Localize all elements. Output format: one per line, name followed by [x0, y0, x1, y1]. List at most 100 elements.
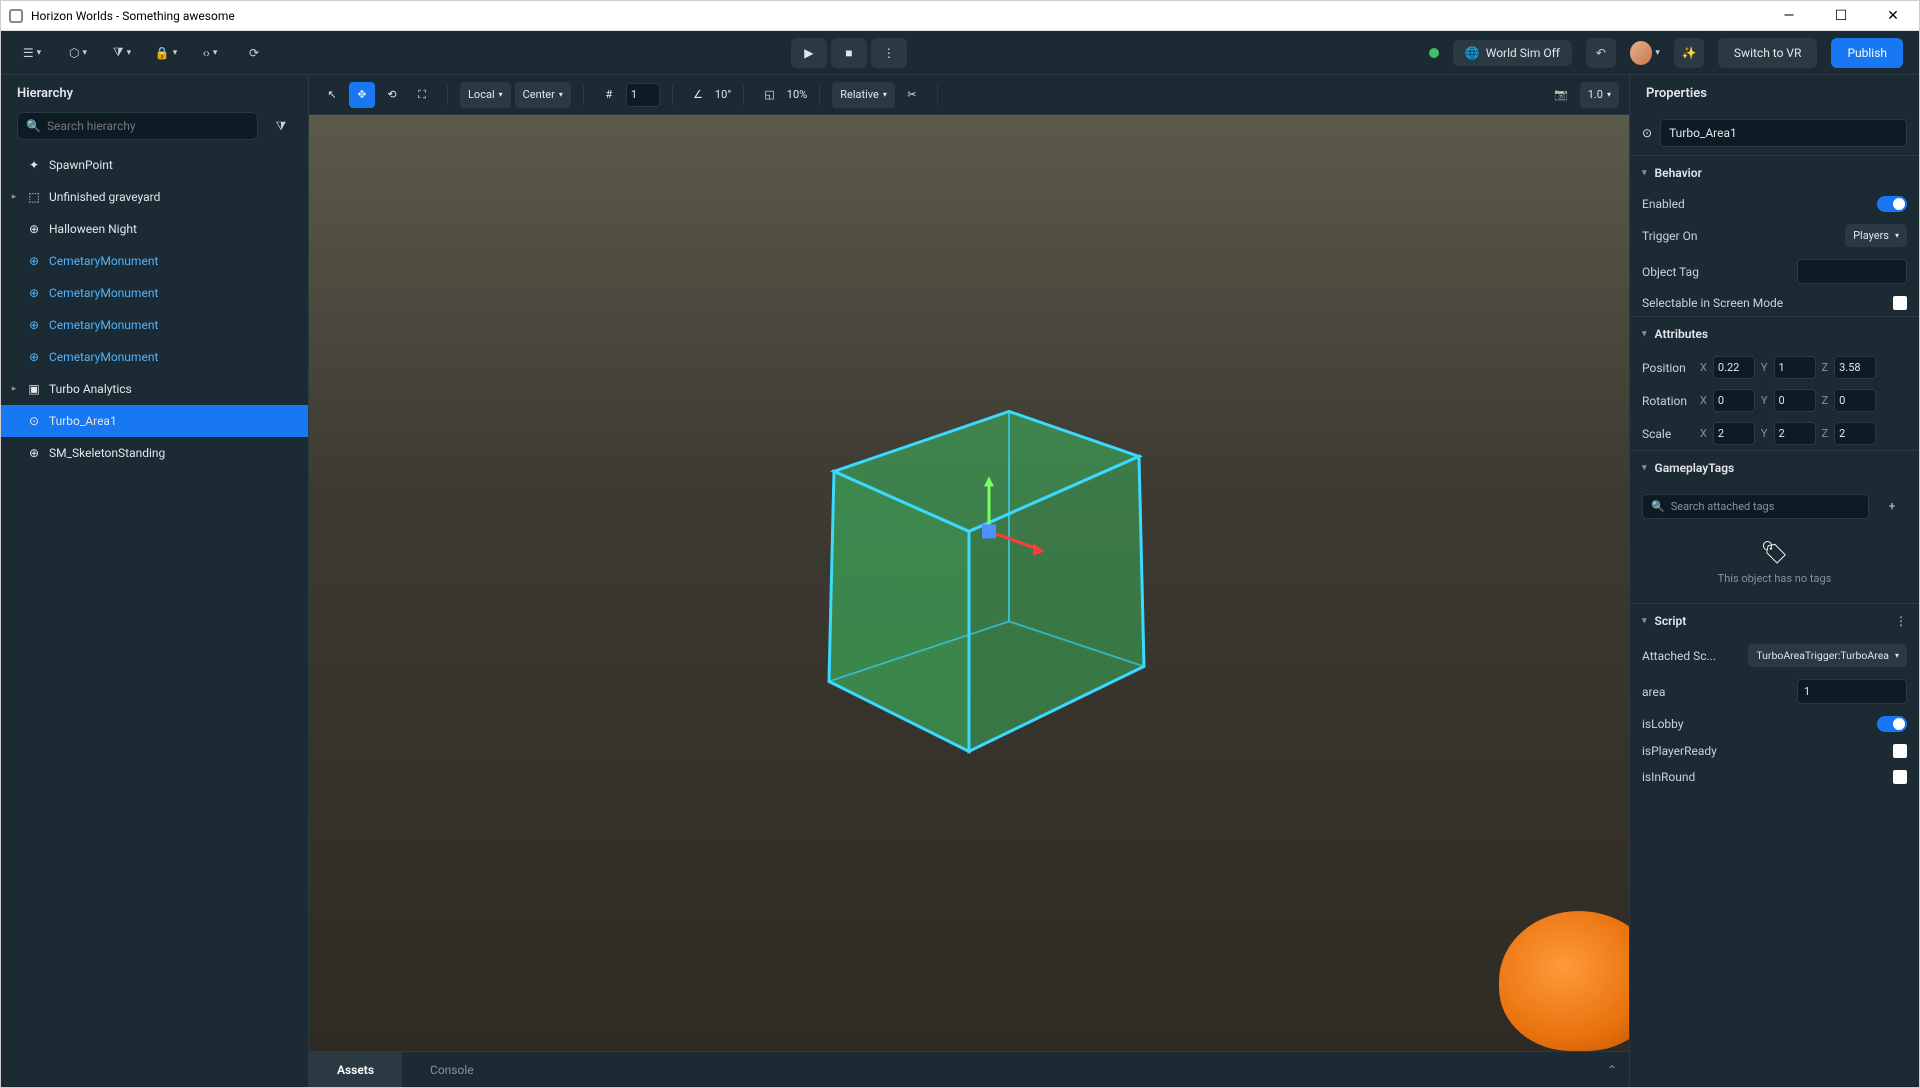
section-gameplay-tags[interactable]: ▾GameplayTags	[1630, 451, 1919, 485]
scale-label: Scale	[1642, 427, 1694, 441]
hierarchy-item-4[interactable]: ⊕CemetaryMonument	[1, 277, 308, 309]
item-icon: ⬚	[27, 190, 41, 204]
object-tag-input[interactable]	[1797, 259, 1907, 284]
expand-icon[interactable]: ▸	[9, 192, 19, 202]
scale-snap-icon[interactable]: ◱	[756, 82, 782, 108]
viewport[interactable]	[309, 115, 1629, 1051]
trigger-on-select[interactable]: Players▾	[1845, 224, 1907, 247]
attached-script-select[interactable]: TurboAreaTrigger:TurboArea▾	[1748, 644, 1907, 667]
position-y[interactable]	[1774, 356, 1816, 379]
wand-button[interactable]: ✨	[1674, 38, 1704, 68]
stop-button[interactable]: ■	[831, 38, 867, 68]
hierarchy-item-8[interactable]: ⊙Turbo_Area1	[1, 405, 308, 437]
position-x[interactable]	[1713, 356, 1755, 379]
status-indicator-icon	[1429, 48, 1439, 58]
item-label: CemetaryMonument	[49, 318, 158, 332]
rotation-y[interactable]	[1774, 389, 1816, 412]
scale-x[interactable]	[1713, 422, 1755, 445]
expand-icon[interactable]: ▸	[9, 384, 19, 394]
grid-snap-icon[interactable]: #	[596, 82, 622, 108]
hierarchy-filter-button[interactable]: ⧩	[266, 111, 296, 141]
tab-console[interactable]: Console	[402, 1052, 502, 1087]
tags-empty-text: This object has no tags	[1718, 572, 1832, 585]
rotation-label: Rotation	[1642, 394, 1694, 408]
scene-pumpkin	[1499, 911, 1629, 1051]
select-tool[interactable]: ↖	[319, 82, 345, 108]
hierarchy-panel: Hierarchy 🔍 ⧩ ✦SpawnPoint▸⬚Unfinished gr…	[1, 75, 309, 1087]
scale-z[interactable]	[1834, 422, 1876, 445]
rotation-x[interactable]	[1713, 389, 1755, 412]
object-name-input[interactable]	[1660, 119, 1907, 147]
code-tool-button[interactable]: ‹›▾	[195, 38, 225, 68]
close-button[interactable]: ✕	[1875, 8, 1911, 24]
hierarchy-item-3[interactable]: ⊕CemetaryMonument	[1, 245, 308, 277]
rotate-tool[interactable]: ⟲	[379, 82, 405, 108]
pivot-dropdown[interactable]: Center▾	[515, 82, 571, 108]
scale-tool[interactable]: ⛶	[409, 82, 435, 108]
object-type-icon: ⊙	[1642, 126, 1652, 140]
selectable-checkbox[interactable]	[1893, 296, 1907, 310]
item-icon: ⊕	[27, 318, 41, 332]
move-tool[interactable]: ✥	[349, 82, 375, 108]
lock-tool-button[interactable]: 🔒▾	[151, 38, 181, 68]
tag-search[interactable]: 🔍Search attached tags	[1642, 494, 1869, 519]
area-input[interactable]	[1797, 679, 1907, 704]
item-icon: ⊕	[27, 222, 41, 236]
minimize-button[interactable]: —	[1771, 8, 1807, 24]
hierarchy-item-5[interactable]: ⊕ CemetaryMonument	[1, 309, 308, 341]
angle-snap-icon[interactable]: ∠	[685, 82, 711, 108]
properties-title: Properties	[1630, 75, 1919, 111]
maximize-button[interactable]: ☐	[1823, 8, 1859, 24]
window-titlebar: Horizon Worlds - Something awesome — ☐ ✕	[1, 1, 1919, 31]
grid-snap-input[interactable]	[626, 83, 660, 107]
window-title: Horizon Worlds - Something awesome	[31, 9, 235, 23]
undo-button[interactable]: ↶	[1586, 38, 1616, 68]
play-button[interactable]: ▶	[791, 38, 827, 68]
relative-dropdown[interactable]: Relative▾	[832, 82, 895, 108]
item-icon: ⊕	[27, 286, 41, 300]
tab-assets[interactable]: Assets	[309, 1052, 402, 1087]
scale-y[interactable]	[1774, 422, 1816, 445]
filter-tool-button[interactable]: ⧩▾	[107, 38, 137, 68]
hierarchy-item-1[interactable]: ▸⬚Unfinished graveyard	[1, 181, 308, 213]
menu-button[interactable]: ☰▾	[17, 38, 47, 68]
section-script[interactable]: ▾Script ⋮	[1630, 604, 1919, 638]
object-tag-label: Object Tag	[1642, 265, 1699, 279]
section-behavior[interactable]: ▾Behavior	[1630, 156, 1919, 190]
switch-vr-button[interactable]: Switch to VR	[1718, 38, 1818, 68]
section-attributes[interactable]: ▾Attributes	[1630, 317, 1919, 351]
add-tag-button[interactable]: +	[1877, 491, 1907, 521]
camera-button[interactable]: 📷	[1546, 82, 1576, 108]
refresh-button[interactable]: ⟳	[239, 38, 269, 68]
is-in-round-label: isInRound	[1642, 770, 1695, 784]
hierarchy-item-0[interactable]: ✦SpawnPoint	[1, 149, 308, 181]
trigger-volume-gizmo[interactable]	[709, 281, 1229, 801]
zoom-dropdown[interactable]: 1.0▾	[1580, 82, 1619, 108]
item-icon: ⊙	[27, 414, 41, 428]
hierarchy-item-7[interactable]: ▸▣Turbo Analytics	[1, 373, 308, 405]
rotation-z[interactable]	[1834, 389, 1876, 412]
search-icon: 🔍	[1651, 500, 1665, 513]
position-z[interactable]	[1834, 356, 1876, 379]
hierarchy-search-input[interactable]	[47, 119, 249, 133]
is-player-ready-checkbox[interactable]	[1893, 744, 1907, 758]
is-in-round-checkbox[interactable]	[1893, 770, 1907, 784]
publish-button[interactable]: Publish	[1831, 38, 1903, 68]
item-icon: ⊕	[27, 350, 41, 364]
cube-tool-button[interactable]: ⬡▾	[63, 38, 93, 68]
item-icon: ✦	[27, 158, 41, 172]
viewport-toolbar: ↖ ✥ ⟲ ⛶ Local▾ Center▾ #	[309, 75, 1629, 115]
hierarchy-search[interactable]: 🔍	[17, 112, 258, 140]
script-menu-button[interactable]: ⋮	[1895, 614, 1907, 628]
world-sim-toggle[interactable]: 🌐 World Sim Off	[1453, 40, 1572, 66]
hierarchy-item-6[interactable]: ⊕CemetaryMonument	[1, 341, 308, 373]
play-more-button[interactable]: ⋮	[871, 38, 907, 68]
axis-tool[interactable]: ✂	[899, 82, 925, 108]
hierarchy-item-9[interactable]: ⊕SM_SkeletonStanding	[1, 437, 308, 469]
expand-bottom-panel[interactable]: ⌃	[1595, 1063, 1629, 1077]
space-dropdown[interactable]: Local▾	[460, 82, 511, 108]
avatar-menu[interactable]: ▾	[1630, 38, 1660, 68]
is-lobby-toggle[interactable]	[1877, 716, 1907, 732]
enabled-toggle[interactable]	[1877, 196, 1907, 212]
hierarchy-item-2[interactable]: ⊕Halloween Night	[1, 213, 308, 245]
